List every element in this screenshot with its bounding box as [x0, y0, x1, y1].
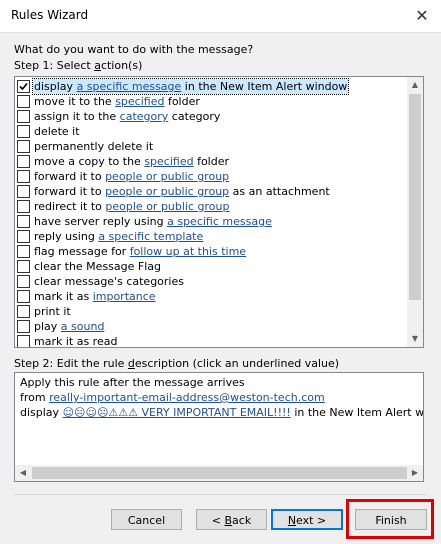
action-row[interactable]: clear the Message Flag [15, 259, 407, 274]
action-label: mark it as read [34, 335, 118, 348]
action-label: forward it to people or public group as … [34, 185, 330, 198]
action-label: redirect it to people or public group [34, 200, 230, 213]
action-label: move a copy to the specified folder [34, 155, 230, 168]
action-row[interactable]: move a copy to the specified folder [15, 154, 407, 169]
checkbox-icon[interactable] [17, 230, 30, 243]
action-link[interactable]: a specific template [98, 230, 203, 243]
action-row[interactable]: assign it to the category category [15, 109, 407, 124]
action-row[interactable]: mark it as read [15, 334, 407, 348]
action-link[interactable]: follow up at this time [130, 245, 246, 258]
action-row[interactable]: display a specific message in the New It… [15, 78, 407, 95]
action-label: have server reply using a specific messa… [34, 215, 272, 228]
button-separator [14, 494, 427, 495]
actions-list[interactable]: display a specific message in the New It… [14, 76, 424, 348]
action-label: clear message's categories [34, 275, 184, 288]
action-label: play a sound [34, 320, 105, 333]
cancel-button[interactable]: Cancel [111, 509, 182, 530]
checkbox-icon[interactable] [17, 185, 30, 198]
title-bar: Rules Wizard ✕ [0, 0, 441, 32]
action-label: print it [34, 305, 71, 318]
next-button[interactable]: Next > [271, 509, 343, 530]
question-label: What do you want to do with the message? [14, 43, 254, 56]
action-label: permanently delete it [34, 140, 154, 153]
action-label: delete it [34, 125, 80, 138]
action-label: forward it to people or public group [34, 170, 230, 183]
description-line-3: display ☺☹☺☹⚠⚠⚠ VERY IMPORTANT EMAIL!!!!… [20, 406, 424, 419]
action-row[interactable]: play a sound [15, 319, 407, 334]
description-line-2: from really-important-email-address@west… [20, 391, 325, 404]
sender-address-link[interactable]: really-important-email-address@weston-te… [49, 391, 325, 404]
scroll-left-icon[interactable]: ◀ [15, 465, 31, 481]
vertical-scroll-thumb[interactable] [409, 94, 421, 300]
checkbox-icon[interactable] [17, 335, 30, 347]
action-label: move it to the specified folder [34, 95, 200, 108]
step1-label: Step 1: Select action(s) [14, 59, 143, 72]
action-row[interactable]: redirect it to people or public group [15, 199, 407, 214]
horizontal-scrollbar[interactable]: ◀ ▶ [15, 465, 423, 481]
checkbox-checked-icon[interactable] [17, 80, 30, 93]
finish-highlight-box [346, 499, 434, 539]
close-icon[interactable]: ✕ [404, 1, 440, 31]
checkbox-icon[interactable] [17, 215, 30, 228]
action-row[interactable]: move it to the specified folder [15, 94, 407, 109]
action-label: flag message for follow up at this time [34, 245, 247, 258]
action-link[interactable]: category [120, 110, 169, 123]
checkbox-icon[interactable] [17, 155, 30, 168]
checkbox-icon[interactable] [17, 290, 30, 303]
description-line-1: Apply this rule after the message arrive… [20, 376, 245, 389]
scroll-down-icon[interactable]: ▼ [407, 331, 423, 347]
checkbox-icon[interactable] [17, 95, 30, 108]
scroll-up-icon[interactable]: ▲ [407, 77, 423, 93]
action-link[interactable]: people or public group [105, 170, 229, 183]
alert-message-link[interactable]: ☺☹☺☹⚠⚠⚠ VERY IMPORTANT EMAIL!!!! [63, 406, 291, 419]
step2-label: Step 2: Edit the rule description (click… [14, 357, 340, 370]
back-button[interactable]: < Back [196, 509, 267, 530]
checkbox-icon[interactable] [17, 275, 30, 288]
checkbox-icon[interactable] [17, 200, 30, 213]
action-row[interactable]: clear message's categories [15, 274, 407, 289]
horizontal-scroll-thumb[interactable] [32, 467, 407, 479]
scroll-right-icon[interactable]: ▶ [407, 465, 423, 481]
action-row[interactable]: forward it to people or public group as … [15, 184, 407, 199]
action-link[interactable]: a specific message [167, 215, 272, 228]
vertical-scrollbar[interactable]: ▲ ▼ [407, 77, 423, 347]
action-label: assign it to the category category [34, 110, 221, 123]
window-title: Rules Wizard [11, 8, 89, 22]
action-row[interactable]: reply using a specific template [15, 229, 407, 244]
action-label: display a specific message in the New It… [31, 78, 350, 95]
rule-description-box[interactable]: Apply this rule after the message arrive… [14, 372, 424, 482]
checkbox-icon[interactable] [17, 140, 30, 153]
action-link[interactable]: importance [93, 290, 156, 303]
action-label: clear the Message Flag [34, 260, 161, 273]
action-label: mark it as importance [34, 290, 156, 303]
action-link[interactable]: specified [144, 155, 193, 168]
action-row[interactable]: have server reply using a specific messa… [15, 214, 407, 229]
action-row[interactable]: mark it as importance [15, 289, 407, 304]
checkbox-icon[interactable] [17, 125, 30, 138]
checkbox-icon[interactable] [17, 245, 30, 258]
action-row[interactable]: forward it to people or public group [15, 169, 407, 184]
action-row[interactable]: print it [15, 304, 407, 319]
action-row[interactable]: flag message for follow up at this time [15, 244, 407, 259]
action-row[interactable]: permanently delete it [15, 139, 407, 154]
action-row[interactable]: delete it [15, 124, 407, 139]
checkbox-icon[interactable] [17, 305, 30, 318]
checkbox-icon[interactable] [17, 170, 30, 183]
action-link[interactable]: specified [115, 95, 164, 108]
action-label: reply using a specific template [34, 230, 204, 243]
checkbox-icon[interactable] [17, 320, 30, 333]
action-link[interactable]: a specific message [77, 80, 182, 93]
action-link[interactable]: people or public group [105, 200, 229, 213]
checkbox-icon[interactable] [17, 260, 30, 273]
checkbox-icon[interactable] [17, 110, 30, 123]
action-link[interactable]: a sound [61, 320, 105, 333]
action-link[interactable]: people or public group [105, 185, 229, 198]
